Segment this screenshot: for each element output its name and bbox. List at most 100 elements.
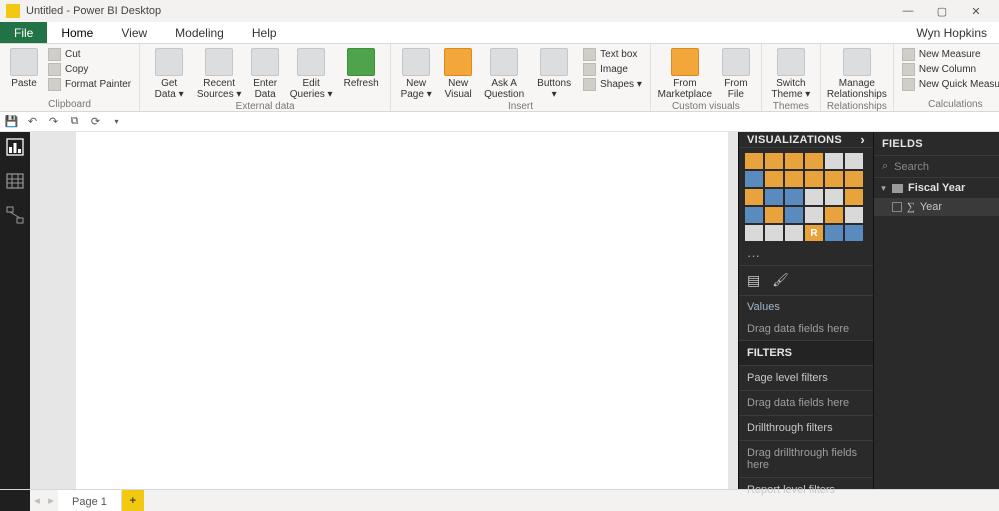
viz-slicer[interactable] [745, 225, 763, 241]
viz-py-visual[interactable] [825, 225, 843, 241]
viz-card[interactable] [805, 207, 823, 223]
viz-line-stacked-column[interactable] [805, 171, 823, 187]
group-label-calculations: Calculations [894, 98, 999, 111]
window-close-button[interactable]: ✕ [959, 0, 993, 22]
enter-data-icon [251, 48, 279, 76]
qat-refresh-icon[interactable]: ⟳ [88, 114, 103, 129]
viz-table[interactable] [765, 225, 783, 241]
new-measure-button[interactable]: New Measure [898, 47, 999, 62]
format-painter-button[interactable]: Format Painter [44, 77, 135, 92]
viz-clustered-column[interactable] [805, 153, 823, 169]
collapse-viz-pane-icon[interactable]: › [860, 132, 865, 147]
format-well-icon[interactable]: 🖌 [772, 272, 789, 289]
recent-sources-button[interactable]: Recent Sources ▾ [194, 46, 244, 100]
copy-button[interactable]: Copy [44, 62, 135, 77]
viz-matrix[interactable] [785, 225, 803, 241]
viz-stacked-bar[interactable] [745, 153, 763, 169]
model-view-icon[interactable] [6, 206, 24, 224]
viz-gauge[interactable] [785, 207, 803, 223]
report-view-icon[interactable] [6, 138, 24, 156]
ribbon-group-custom-visuals: From Marketplace From File Custom visual… [651, 44, 762, 111]
field-checkbox[interactable] [892, 202, 902, 212]
viz-stacked-column[interactable] [765, 153, 783, 169]
field-year[interactable]: ∑ Year [874, 198, 999, 216]
help-tab[interactable]: Help [238, 22, 291, 43]
add-page-button[interactable]: + [122, 490, 144, 511]
viz-100-column[interactable] [845, 153, 863, 169]
refresh-button[interactable]: Refresh [336, 46, 386, 89]
page-tab-1[interactable]: Page 1 [58, 490, 122, 511]
qat-customize-dropdown[interactable]: ▾ [109, 114, 124, 129]
new-visual-button[interactable]: New Visual [437, 46, 479, 100]
ribbon-group-relationships: Manage Relationships Relationships [821, 44, 894, 111]
group-label-themes: Themes [762, 100, 820, 113]
table-icon [892, 184, 903, 193]
page-filters-drop-target[interactable]: Drag data fields here [739, 391, 873, 416]
visualizations-pane: VISUALIZATIONS › [738, 132, 873, 489]
viz-filled-map[interactable] [745, 207, 763, 223]
signed-in-user[interactable]: Wyn Hopkins [904, 22, 999, 43]
viz-line[interactable] [745, 171, 763, 187]
file-tab[interactable]: File [0, 22, 47, 43]
modeling-tab[interactable]: Modeling [161, 22, 238, 43]
fields-well-icon[interactable]: ▤ [747, 272, 760, 289]
buttons-button[interactable]: Buttons ▾ [529, 46, 579, 100]
image-button[interactable]: Image [579, 62, 646, 77]
visualizations-title: VISUALIZATIONS [747, 134, 842, 146]
enter-data-button[interactable]: Enter Data [244, 46, 286, 100]
ask-question-button[interactable]: Ask A Question [479, 46, 529, 100]
viz-line-clustered-column[interactable] [825, 171, 843, 187]
qat-redo-icon[interactable]: ↷ [46, 114, 61, 129]
viz-scatter[interactable] [765, 189, 783, 205]
from-file-button[interactable]: From File [715, 46, 757, 100]
new-page-button[interactable]: New Page ▾ [395, 46, 437, 100]
new-column-button[interactable]: New Column [898, 62, 999, 77]
switch-theme-button[interactable]: Switch Theme ▾ [766, 46, 816, 100]
from-marketplace-button[interactable]: From Marketplace [655, 46, 715, 100]
edit-queries-button[interactable]: Edit Queries ▾ [286, 46, 336, 100]
edit-queries-icon [297, 48, 325, 76]
data-view-icon[interactable] [6, 172, 24, 190]
viz-multi-card[interactable] [825, 207, 843, 223]
window-minimize-button[interactable]: — [891, 0, 925, 22]
viz-more-button[interactable]: ··· [739, 246, 873, 265]
view-tab[interactable]: View [107, 22, 161, 43]
cut-button[interactable]: Cut [44, 47, 135, 62]
fields-search[interactable]: ⌕ Search [874, 156, 999, 178]
viz-treemap[interactable] [825, 189, 843, 205]
page-nav-prev[interactable]: ◂ [30, 494, 44, 507]
viz-kpi[interactable] [845, 207, 863, 223]
page-nav-next[interactable]: ▸ [44, 494, 58, 507]
new-quick-measure-button[interactable]: New Quick Measure [898, 77, 999, 92]
viz-area[interactable] [765, 171, 783, 187]
get-data-button[interactable]: Get Data ▾ [144, 46, 194, 100]
expand-icon[interactable]: ▾ [880, 183, 887, 194]
viz-stacked-area[interactable] [785, 171, 803, 187]
viz-funnel[interactable] [765, 207, 783, 223]
qat-save-icon[interactable]: 💾 [4, 114, 19, 129]
qat-copy-icon[interactable]: ⧉ [67, 114, 82, 129]
shapes-button[interactable]: Shapes ▾ [579, 77, 646, 92]
ribbon-group-clipboard: Paste Cut Copy Format Painter Clipboard [0, 44, 140, 111]
viz-pie[interactable] [785, 189, 803, 205]
qat-undo-icon[interactable]: ↶ [25, 114, 40, 129]
viz-donut[interactable] [805, 189, 823, 205]
paste-button[interactable]: Paste [4, 46, 44, 89]
viz-r-visual[interactable]: R [805, 225, 823, 241]
window-maximize-button[interactable]: ▢ [925, 0, 959, 22]
new-visual-icon [444, 48, 472, 76]
text-box-button[interactable]: Text box [579, 47, 646, 62]
drillthrough-drop-target[interactable]: Drag drillthrough fields here [739, 441, 873, 478]
viz-clustered-bar[interactable] [785, 153, 803, 169]
report-canvas[interactable] [76, 132, 728, 489]
viz-waterfall[interactable] [745, 189, 763, 205]
viz-ribbon[interactable] [845, 171, 863, 187]
table-fiscal-year[interactable]: ▾ Fiscal Year [874, 178, 999, 198]
viz-100-bar[interactable] [825, 153, 843, 169]
manage-relationships-button[interactable]: Manage Relationships [825, 46, 889, 100]
viz-arcgis[interactable] [845, 225, 863, 241]
home-tab[interactable]: Home [47, 22, 107, 43]
values-drop-target[interactable]: Drag data fields here [739, 318, 873, 340]
canvas-area[interactable] [30, 132, 738, 489]
viz-map[interactable] [845, 189, 863, 205]
